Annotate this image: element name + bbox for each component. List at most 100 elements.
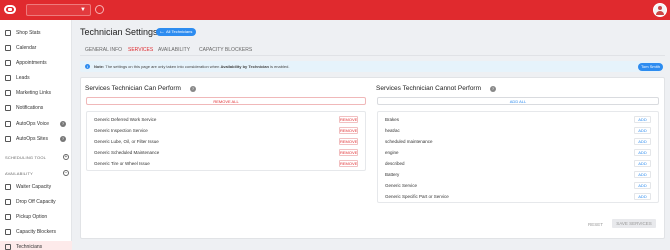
- can-perform-title: Services Technician Can Perform: [85, 85, 181, 92]
- sidebar-item-label: Shop Stats: [16, 30, 41, 36]
- sidebar-item-label: Appointments: [16, 60, 47, 66]
- phone-icon: [5, 121, 11, 127]
- service-name: Generic Inspection Service: [94, 128, 148, 133]
- list-item: Generic Tire or Wheel Issue REMOVE: [87, 158, 365, 169]
- sidebar-section-availability[interactable]: AVAILABILITY −: [5, 170, 69, 176]
- service-name: Generic Scheduled Maintenance: [94, 150, 160, 155]
- sidebar-item-autoops-voice[interactable]: AutoOps Voice ?: [0, 118, 72, 130]
- add-all-button[interactable]: ADD ALL: [377, 97, 659, 105]
- help-icon[interactable]: ?: [60, 136, 66, 142]
- sidebar-item-label: Technicians: [16, 244, 43, 250]
- sidebar-item-label: Waiter Capacity: [16, 184, 52, 190]
- sidebar-item-label: Marketing Links: [16, 90, 52, 96]
- remove-all-button[interactable]: REMOVE ALL: [86, 97, 366, 105]
- sidebar-item-label: AutoOps Sites: [16, 136, 48, 142]
- remove-button[interactable]: REMOVE: [339, 116, 358, 123]
- drop-off-icon: [5, 199, 11, 205]
- sidebar-item-autoops-sites[interactable]: AutoOps Sites ?: [0, 133, 72, 145]
- list-item: Generic Deferred Work Service REMOVE: [87, 114, 365, 125]
- sidebar-item-notifications[interactable]: Notifications: [0, 102, 72, 114]
- list-item: Generic Lube, Oil, or Filter Issue REMOV…: [87, 136, 365, 147]
- service-name: scheduled maintenance: [385, 139, 433, 144]
- sidebar-item-label: Drop Off Capacity: [16, 199, 56, 205]
- list-item: described ADD: [378, 158, 658, 169]
- appointments-icon: [5, 60, 11, 66]
- note-text: The settings on this page are only taken…: [105, 64, 220, 69]
- top-bar: ▼: [0, 0, 670, 20]
- can-perform-list: Generic Deferred Work Service REMOVE Gen…: [86, 111, 366, 171]
- reset-button[interactable]: RESET: [588, 222, 603, 227]
- tabs-divider: [80, 55, 665, 56]
- sidebar-item-technicians[interactable]: Technicians: [0, 241, 72, 250]
- service-name: Generic Tire or Wheel Issue: [94, 161, 150, 166]
- sidebar-item-label: Leads: [16, 75, 30, 81]
- leads-icon: [5, 75, 11, 81]
- save-services-button[interactable]: SAVE SERVICES: [612, 219, 656, 228]
- shop-selector[interactable]: ▼: [26, 4, 91, 16]
- expand-icon[interactable]: +: [63, 154, 69, 160]
- service-name: Brakes: [385, 117, 400, 122]
- sidebar-item-leads[interactable]: Leads: [0, 72, 72, 84]
- remove-button[interactable]: REMOVE: [339, 149, 358, 156]
- blocker-icon: [5, 229, 11, 235]
- gear-icon[interactable]: [95, 5, 104, 14]
- add-button[interactable]: ADD: [634, 127, 651, 134]
- sidebar-item-drop-off-capacity[interactable]: Drop Off Capacity: [0, 196, 72, 208]
- waiter-icon: [5, 184, 11, 190]
- services-card: Services Technician Can Perform ? REMOVE…: [80, 77, 665, 239]
- remove-button[interactable]: REMOVE: [339, 127, 358, 134]
- sites-icon: [5, 136, 11, 142]
- list-item: Generic Scheduled Maintenance REMOVE: [87, 147, 365, 158]
- list-item: Brakes ADD: [378, 114, 658, 125]
- bell-icon: [5, 105, 11, 111]
- collapse-icon[interactable]: −: [63, 170, 69, 176]
- sidebar-item-marketing-links[interactable]: Marketing Links: [0, 87, 72, 99]
- page-title: Technician Settings: [80, 27, 158, 37]
- sidebar-section-scheduling[interactable]: SCHEDULING TOOL +: [5, 154, 69, 160]
- service-name: Generic Specific Part or Service: [385, 194, 449, 199]
- note-suffix: is enabled.: [270, 64, 290, 69]
- all-technicians-button[interactable]: All Technicians: [156, 28, 196, 36]
- link-icon: [5, 90, 11, 96]
- sidebar-item-waiter-capacity[interactable]: Waiter Capacity: [0, 181, 72, 193]
- note-label: Note:: [94, 64, 105, 69]
- info-icon: i: [85, 64, 90, 69]
- add-button[interactable]: ADD: [634, 138, 651, 145]
- service-name: described: [385, 161, 405, 166]
- pickup-icon: [5, 214, 11, 220]
- sidebar-item-shop-stats[interactable]: Shop Stats: [0, 27, 72, 39]
- add-button[interactable]: ADD: [634, 193, 651, 200]
- sidebar-item-calendar[interactable]: Calendar: [0, 42, 72, 54]
- add-button[interactable]: ADD: [634, 182, 651, 189]
- chevron-down-icon: ▼: [80, 7, 86, 13]
- help-icon[interactable]: ?: [490, 86, 496, 92]
- sidebar: Shop Stats Calendar Appointments Leads M…: [0, 20, 72, 250]
- technician-icon: [5, 244, 11, 250]
- add-button[interactable]: ADD: [634, 116, 651, 123]
- remove-button[interactable]: REMOVE: [339, 160, 358, 167]
- service-name: Generic Deferred Work Service: [94, 117, 157, 122]
- list-item: Generic Service ADD: [378, 180, 658, 191]
- cannot-perform-title: Services Technician Cannot Perform: [376, 85, 482, 92]
- logo-icon[interactable]: [4, 5, 16, 14]
- add-button[interactable]: ADD: [634, 149, 651, 156]
- avatar[interactable]: [653, 3, 667, 17]
- list-item: Battery ADD: [378, 169, 658, 180]
- help-icon[interactable]: ?: [190, 86, 196, 92]
- sidebar-item-label: Pickup Option: [16, 214, 48, 220]
- technician-badge[interactable]: Tom Smith: [638, 63, 663, 71]
- shop-icon: [5, 30, 11, 36]
- service-name: engine: [385, 150, 399, 155]
- add-button[interactable]: ADD: [634, 171, 651, 178]
- remove-button[interactable]: REMOVE: [339, 138, 358, 145]
- list-item: Generic Specific Part or Service ADD: [378, 191, 658, 202]
- add-button[interactable]: ADD: [634, 160, 651, 167]
- list-item: Generic Inspection Service REMOVE: [87, 125, 365, 136]
- list-item: engine ADD: [378, 147, 658, 158]
- sidebar-item-appointments[interactable]: Appointments: [0, 57, 72, 69]
- sidebar-item-capacity-blockers[interactable]: Capacity Blockers: [0, 226, 72, 238]
- note-emphasis: Availability by Technician: [220, 64, 269, 69]
- help-icon[interactable]: ?: [60, 121, 66, 127]
- sidebar-item-pickup-option[interactable]: Pickup Option: [0, 211, 72, 223]
- sidebar-item-label: Capacity Blockers: [16, 229, 57, 235]
